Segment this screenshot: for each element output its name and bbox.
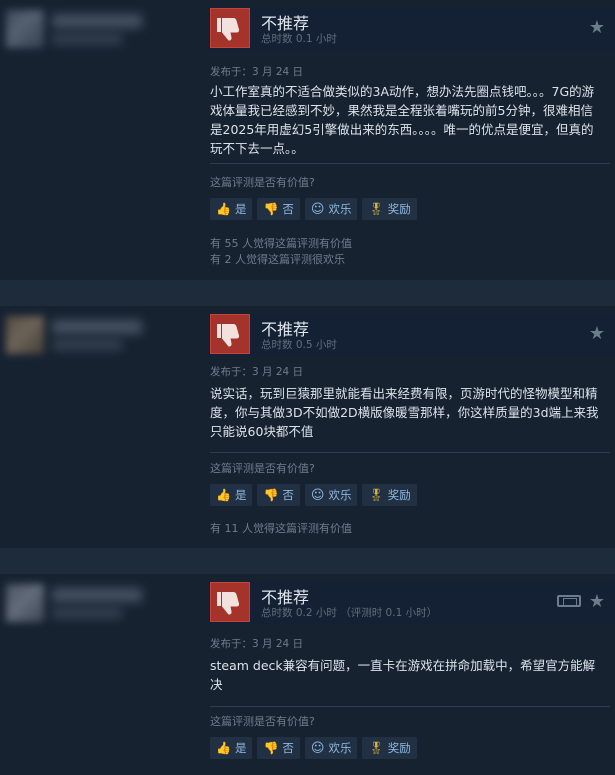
vote-funny-button[interactable]: ☺ 欢乐 <box>304 198 358 220</box>
playtime: 总时数 0.5 小时 <box>261 339 337 351</box>
author-name[interactable] <box>52 588 142 602</box>
thumbs-up-icon: 👍 <box>216 488 231 502</box>
vote-yes-label: 是 <box>234 741 247 755</box>
vote-buttons: 👍 是 👎 否 ☺ 欢乐 🎖 奖励 <box>210 484 417 506</box>
divider <box>210 452 610 453</box>
vote-buttons: 👍 是 👎 否 ☺ 欢乐 🎖 奖励 <box>210 198 417 220</box>
thumbs-down-small-icon: 👎 <box>263 488 279 502</box>
helpful-count: 有 55 人觉得这篇评测有价值 <box>210 237 352 250</box>
author-games-count <box>52 34 122 44</box>
thumbs-down-icon <box>210 8 250 48</box>
vote-no-button[interactable]: 👎 否 <box>257 198 300 220</box>
award-label: 奖励 <box>387 202 411 216</box>
avatar[interactable] <box>6 584 44 622</box>
thumbs-down-icon <box>210 314 250 354</box>
award-label: 奖励 <box>387 741 411 755</box>
vote-header[interactable]: 不推荐 总时数 0.2 小时 （评测时 0.1 小时） ★ <box>208 582 615 624</box>
award-label: 奖励 <box>387 488 411 502</box>
thumbs-up-icon: 👍 <box>216 202 231 216</box>
thumbs-down-small-icon: 👎 <box>263 202 279 216</box>
vote-header[interactable]: 不推荐 总时数 0.5 小时 ★ <box>208 314 615 356</box>
award-button[interactable]: 🎖 奖励 <box>362 737 417 759</box>
award-icon: 🎖 <box>368 741 384 755</box>
vote-yes-button[interactable]: 👍 是 <box>210 737 253 759</box>
avatar[interactable] <box>6 316 44 354</box>
helpful-count: 有 11 人觉得这篇评测有价值 <box>210 522 352 535</box>
vote-funny-label: 欢乐 <box>328 488 352 502</box>
steam-deck-icon <box>557 595 581 607</box>
vote-no-label: 否 <box>282 741 294 755</box>
review-card-1: 不推荐 总时数 0.1 小时 ★ 发布于：3 月 24 日 小工作室真的不适合做… <box>0 0 615 280</box>
star-icon[interactable]: ★ <box>589 323 605 344</box>
review-body: 小工作室真的不适合做类似的3A动作，想办法先圈点钱吧。。。7G的游戏体量我已经感… <box>210 84 595 156</box>
vote-funny-button[interactable]: ☺ 欢乐 <box>304 737 358 759</box>
vote-no-label: 否 <box>282 202 294 216</box>
review-body: steam deck兼容有问题，一直卡在游戏在拼命加载中，希望官方能解决 <box>210 658 596 692</box>
playtime: 总时数 0.1 小时 <box>261 33 337 45</box>
award-button[interactable]: 🎖 奖励 <box>362 484 417 506</box>
thumbs-down-icon <box>210 582 250 622</box>
review-separator <box>0 280 615 306</box>
star-icon[interactable]: ★ <box>589 591 605 612</box>
thumbs-up-icon: 👍 <box>216 741 231 755</box>
divider <box>210 706 610 707</box>
helpful-question: 这篇评测是否有价值? <box>210 715 315 728</box>
author-name[interactable] <box>52 320 142 334</box>
posted-date: 发布于：3 月 24 日 <box>210 66 304 78</box>
funny-count: 有 2 人觉得这篇评测很欢乐 <box>210 253 345 266</box>
review-author[interactable] <box>0 578 195 638</box>
vote-yes-button[interactable]: 👍 是 <box>210 484 253 506</box>
thumbs-down-small-icon: 👎 <box>263 741 279 755</box>
review-card-3: 不推荐 总时数 0.2 小时 （评测时 0.1 小时） ★ 发布于：3 月 24… <box>0 574 615 775</box>
award-button[interactable]: 🎖 奖励 <box>362 198 417 220</box>
vote-buttons: 👍 是 👎 否 ☺ 欢乐 🎖 奖励 <box>210 737 417 759</box>
vote-yes-label: 是 <box>234 202 247 216</box>
helpful-question: 这篇评测是否有价值? <box>210 462 315 475</box>
posted-date: 发布于：3 月 24 日 <box>210 638 304 650</box>
award-icon: 🎖 <box>368 488 384 502</box>
playtime: 总时数 0.2 小时 （评测时 0.1 小时） <box>261 607 438 619</box>
review-body: 说实话，玩到巨猿那里就能看出来经费有限，页游时代的怪物模型和精度，你与其做3D不… <box>210 386 599 439</box>
review-card-2: 不推荐 总时数 0.5 小时 ★ 发布于：3 月 24 日 说实话，玩到巨猿那里… <box>0 306 615 548</box>
vote-funny-label: 欢乐 <box>328 741 352 755</box>
posted-date: 发布于：3 月 24 日 <box>210 366 304 378</box>
avatar[interactable] <box>6 10 44 48</box>
star-icon[interactable]: ★ <box>589 17 605 38</box>
vote-no-button[interactable]: 👎 否 <box>257 737 300 759</box>
vote-no-button[interactable]: 👎 否 <box>257 484 300 506</box>
smiley-icon: ☺ <box>310 487 325 503</box>
author-games-count <box>52 608 122 618</box>
vote-funny-button[interactable]: ☺ 欢乐 <box>304 484 358 506</box>
vote-no-label: 否 <box>282 488 294 502</box>
vote-yes-label: 是 <box>234 488 247 502</box>
review-author[interactable] <box>0 310 195 370</box>
vote-funny-label: 欢乐 <box>328 202 352 216</box>
review-author[interactable] <box>0 4 195 64</box>
author-name[interactable] <box>52 14 142 28</box>
helpful-question: 这篇评测是否有价值? <box>210 176 315 189</box>
vote-header[interactable]: 不推荐 总时数 0.1 小时 ★ <box>208 8 615 50</box>
smiley-icon: ☺ <box>310 201 325 217</box>
divider <box>210 163 610 164</box>
review-separator <box>0 548 615 574</box>
award-icon: 🎖 <box>368 202 384 216</box>
author-games-count <box>52 340 122 350</box>
vote-yes-button[interactable]: 👍 是 <box>210 198 253 220</box>
smiley-icon: ☺ <box>310 740 325 756</box>
